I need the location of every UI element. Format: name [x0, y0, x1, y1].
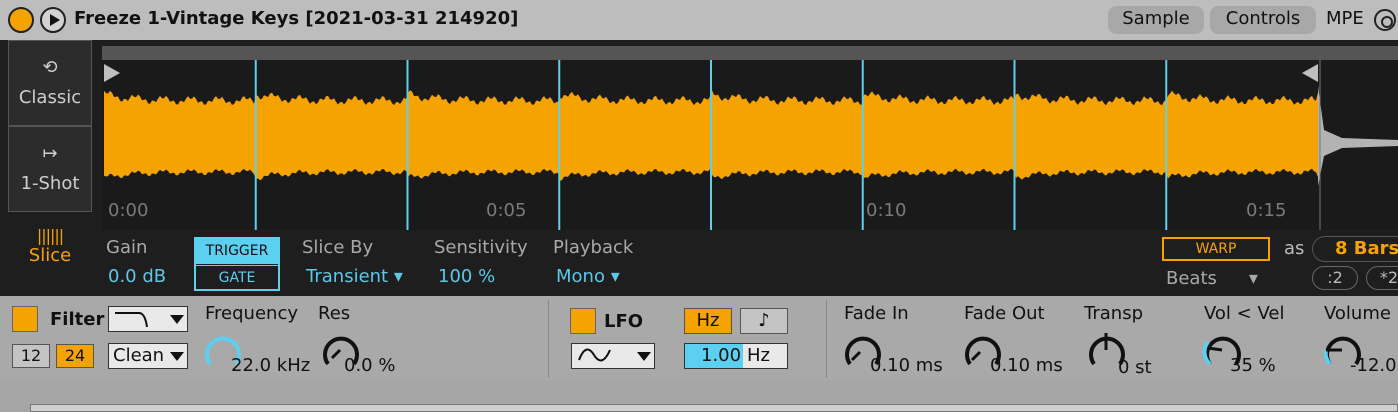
mode-classic-button[interactable]: ⟲ Classic [8, 40, 92, 126]
mode-classic-label: Classic [18, 87, 82, 108]
chevron-down-icon: ▾ [1248, 268, 1258, 289]
filter-label: Filter [50, 309, 105, 330]
preview-play-button[interactable] [40, 7, 66, 33]
lfo-toggle[interactable] [570, 308, 596, 334]
tab-sample[interactable]: Sample [1108, 6, 1204, 34]
volume-value: -12.0 [1350, 355, 1397, 376]
double-button[interactable]: *2 [1366, 266, 1398, 290]
trigger-option[interactable]: TRIGGER [196, 239, 278, 264]
chevron-down-icon: ▾ [388, 266, 403, 287]
device-title-bar: Freeze 1-Vintage Keys [2021-03-31 214920… [0, 0, 1398, 40]
waveform-tail [1318, 86, 1398, 186]
sine-wave-icon [578, 348, 611, 362]
volume-label: Volume [1324, 303, 1391, 324]
chevron-down-icon [170, 315, 184, 324]
slice-by-dropdown[interactable]: Transient ▾ [306, 266, 403, 287]
halve-button[interactable]: :2 [1312, 266, 1358, 290]
fade-in-label: Fade In [844, 303, 909, 324]
gain-label: Gain [106, 237, 148, 258]
waveform-display[interactable]: 0:00 0:05 0:10 0:15 [102, 46, 1398, 230]
loop-icon: ⟲ [42, 57, 58, 78]
fade-out-label: Fade Out [964, 303, 1045, 324]
end-marker[interactable] [1302, 64, 1318, 82]
mode-slice-button[interactable]: |||||| Slice [8, 226, 92, 288]
divider [548, 300, 549, 378]
warp-button[interactable]: WARP [1162, 237, 1270, 261]
gate-option[interactable]: GATE [196, 265, 278, 289]
time-label-10: 0:10 [866, 200, 907, 221]
divider [826, 300, 827, 378]
lfo-wave-dropdown[interactable] [571, 343, 655, 369]
time-label-0: 0:00 [108, 200, 149, 221]
warp-mode-value: Beats [1166, 268, 1217, 289]
res-label: Res [318, 303, 351, 324]
vol-vel-label: Vol < Vel [1204, 303, 1285, 324]
device-title: Freeze 1-Vintage Keys [2021-03-31 214920… [74, 8, 519, 29]
mode-slice-label: Slice [28, 245, 72, 266]
frequency-value: 22.0 kHz [231, 355, 311, 376]
lfo-rate-field[interactable]: 1.00 Hz [684, 343, 788, 369]
lfo-rate-value: 1.00 [701, 345, 742, 366]
tab-mpe[interactable]: MPE [1316, 6, 1374, 34]
arrow-to-bar-icon: ↦ [42, 143, 58, 164]
playback-dropdown[interactable]: Mono ▾ [556, 266, 620, 287]
filter-toggle[interactable] [12, 306, 38, 332]
lfo-rate-unit: Hz [747, 345, 770, 366]
playback-label: Playback [553, 237, 634, 258]
lfo-sync-note-button[interactable]: ♪ [740, 308, 788, 334]
filter-circuit-value: Clean [113, 345, 165, 366]
warp-mode-dropdown[interactable]: Beats ▾ [1166, 268, 1258, 289]
device-activator-button[interactable] [8, 7, 34, 33]
transp-label: Transp [1084, 303, 1143, 324]
slice-by-label: Slice By [302, 237, 374, 258]
warp-bars-value[interactable]: 8 Bars [1312, 236, 1398, 262]
start-marker[interactable] [104, 64, 120, 82]
chevron-down-icon: ▾ [604, 266, 620, 287]
mode-oneshot-label: 1-Shot [20, 173, 80, 194]
mpe-toggle-icon[interactable] [1374, 9, 1396, 31]
slice-by-value: Transient [306, 266, 389, 287]
fade-out-value: 0.10 ms [990, 355, 1063, 376]
lowpass-icon [115, 312, 148, 328]
waveform-svg [102, 46, 1398, 230]
transp-value: 0 st [1118, 357, 1152, 378]
fade-in-value: 0.10 ms [870, 355, 943, 376]
as-label: as [1284, 238, 1305, 259]
chevron-down-icon [170, 352, 184, 361]
gain-value[interactable]: 0.0 dB [108, 266, 166, 287]
slice-bars-icon: |||||| [36, 226, 64, 245]
overview-bar [102, 46, 1398, 60]
chevron-down-icon [637, 352, 651, 361]
sensitivity-value[interactable]: 100 % [438, 266, 495, 287]
filter-type-dropdown[interactable] [108, 306, 188, 332]
tab-controls[interactable]: Controls [1210, 6, 1316, 34]
vol-vel-value: 35 % [1230, 355, 1276, 376]
mode-oneshot-button[interactable]: ↦ 1-Shot [8, 126, 92, 212]
slope-24-button[interactable]: 24 [56, 344, 94, 368]
filter-circuit-dropdown[interactable]: Clean [108, 343, 188, 369]
lfo-label: LFO [604, 311, 644, 332]
simpler-device: Freeze 1-Vintage Keys [2021-03-31 214920… [0, 0, 1398, 412]
time-label-5: 0:05 [486, 200, 527, 221]
next-device-bar [30, 404, 1398, 412]
lfo-hz-button[interactable]: Hz [684, 308, 732, 334]
trigger-gate-switch[interactable]: TRIGGER GATE [194, 237, 280, 291]
playback-value: Mono [556, 266, 605, 287]
frequency-label: Frequency [205, 303, 298, 324]
slope-12-button[interactable]: 12 [12, 344, 50, 368]
sensitivity-label: Sensitivity [434, 237, 528, 258]
time-label-15: 0:15 [1246, 200, 1287, 221]
res-value: 0.0 % [344, 355, 396, 376]
